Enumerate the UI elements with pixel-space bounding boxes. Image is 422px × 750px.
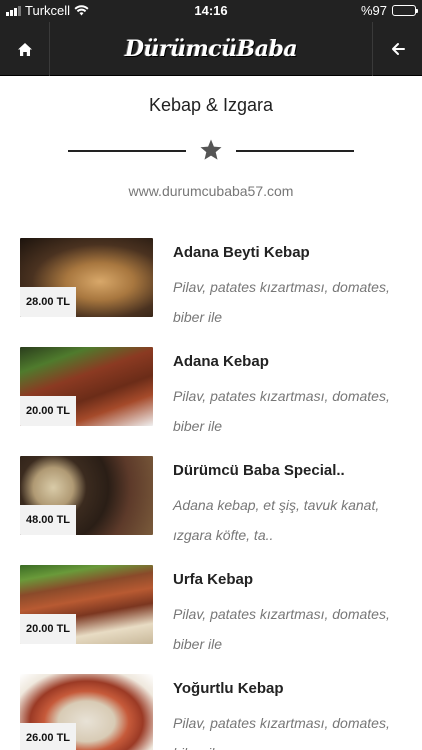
menu-item[interactable]: 20.00 TL Urfa Kebap Pilav, patates kızar… bbox=[0, 565, 422, 657]
battery-icon bbox=[392, 5, 418, 16]
item-price: 20.00 TL bbox=[20, 614, 76, 644]
divider-line-right bbox=[236, 150, 354, 152]
page-title: Kebap & Izgara bbox=[148, 95, 274, 115]
item-price: 26.00 TL bbox=[20, 723, 76, 750]
star-icon bbox=[200, 139, 222, 160]
website-link[interactable]: www.durumcubaba57.com bbox=[0, 183, 422, 199]
battery-percent: %97 bbox=[360, 3, 387, 18]
item-description: Pilav, patates kızartması, domates, bibe… bbox=[173, 715, 390, 750]
back-button[interactable] bbox=[372, 22, 422, 76]
menu-item[interactable]: 28.00 TL Adana Beyti Kebap Pilav, patate… bbox=[0, 238, 422, 330]
item-price: 28.00 TL bbox=[20, 287, 76, 317]
divider-line-left bbox=[68, 150, 186, 152]
item-name: Dürümcü Baba Special.. bbox=[173, 462, 345, 479]
status-time: 14:16 bbox=[194, 3, 228, 18]
item-image: 48.00 TL bbox=[20, 456, 153, 535]
menu-item[interactable]: 20.00 TL Adana Kebap Pilav, patates kıza… bbox=[0, 347, 422, 439]
home-icon bbox=[17, 42, 32, 56]
status-right: %97 bbox=[360, 3, 418, 18]
menu-item[interactable]: 48.00 TL Dürümcü Baba Special.. Adana ke… bbox=[0, 456, 422, 548]
item-image: 20.00 TL bbox=[20, 565, 153, 644]
item-image: 20.00 TL bbox=[20, 347, 153, 426]
item-description: Pilav, patates kızartması, domates, bibe… bbox=[173, 388, 390, 434]
item-image: 28.00 TL bbox=[20, 238, 153, 317]
arrow-left-icon bbox=[391, 43, 405, 55]
home-button[interactable] bbox=[0, 22, 50, 76]
item-price: 20.00 TL bbox=[20, 396, 76, 426]
brand-logo: DürümcüBaba bbox=[124, 36, 298, 62]
item-name: Adana Beyti Kebap bbox=[173, 244, 310, 261]
status-bar: Turkcell 14:16 %97 bbox=[0, 0, 422, 22]
item-name: Yoğurtlu Kebap bbox=[173, 680, 284, 697]
item-description: Adana kebap, et şiş, tavuk kanat, ızgara… bbox=[173, 497, 380, 543]
item-description: Pilav, patates kızartması, domates, bibe… bbox=[173, 279, 390, 325]
top-navbar: DürümcüBaba bbox=[0, 22, 422, 76]
item-name: Urfa Kebap bbox=[173, 571, 254, 588]
item-image: 26.00 TL bbox=[20, 674, 153, 750]
title-divider bbox=[68, 138, 354, 162]
item-price: 48.00 TL bbox=[20, 505, 76, 535]
item-name: Adana Kebap bbox=[173, 353, 269, 370]
menu-item[interactable]: 26.00 TL Yoğurtlu Kebap Pilav, patates k… bbox=[0, 674, 422, 750]
item-description: Pilav, patates kızartması, domates, bibe… bbox=[173, 606, 390, 652]
